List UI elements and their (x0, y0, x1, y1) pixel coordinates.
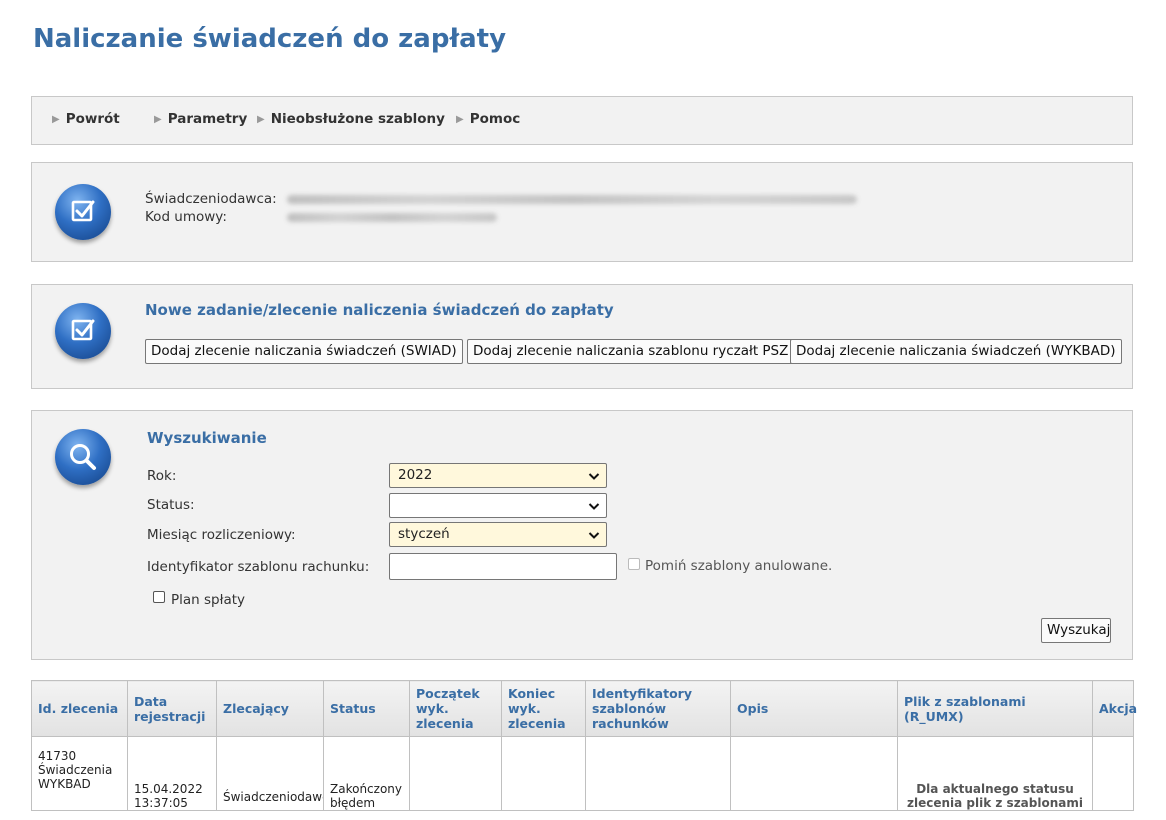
col-header-action: Akcja (1092, 680, 1137, 737)
col-header-file[interactable]: Plik z szablonami (R_UMX) (897, 680, 1093, 737)
triangle-right-icon: ▶ (456, 114, 464, 125)
checklist-icon (55, 303, 111, 359)
cell-file: Dla aktualnego statusu zlecenia plik z s… (897, 736, 1093, 811)
cell-id: 41730 Świadczenia WYKBAD (31, 736, 128, 811)
triangle-right-icon: ▶ (154, 114, 162, 125)
col-header-ordering[interactable]: Zlecający (216, 680, 324, 737)
skip-cancelled-checkbox[interactable] (628, 558, 640, 570)
checklist-icon (55, 184, 111, 240)
new-task-panel: Nowe zadanie/zlecenie naliczenia świadcz… (31, 284, 1133, 389)
nav-help-link[interactable]: ▶ Pomoc (456, 111, 520, 127)
month-label: Miesiąc rozliczeniowy: (147, 527, 296, 543)
col-header-end[interactable]: Koniec wyk. zlecenia (501, 680, 586, 737)
table-header-row: Id. zlecenia Data rejestracji Zlecający … (31, 680, 1137, 737)
cell-description (730, 736, 898, 811)
col-header-template-ids[interactable]: Identyfikatory szablonów rachunków (585, 680, 731, 737)
chevron-down-icon (588, 503, 600, 510)
month-select[interactable]: styczeń (389, 522, 607, 547)
col-header-id[interactable]: Id. zlecenia (31, 680, 128, 737)
new-task-title: Nowe zadanie/zlecenie naliczenia świadcz… (145, 301, 614, 319)
magnifier-icon (55, 429, 111, 485)
cell-start (409, 736, 502, 811)
cell-status: Zakończony błędem (323, 736, 410, 811)
triangle-right-icon: ▶ (257, 114, 265, 125)
skip-cancelled-label: Pomiń szablony anulowane. (645, 558, 833, 574)
template-id-input[interactable] (389, 553, 617, 580)
col-header-start[interactable]: Początek wyk. zlecenia (409, 680, 502, 737)
nav-back-link[interactable]: ▶ Powrót (52, 111, 120, 127)
chevron-down-icon (588, 473, 600, 480)
status-label: Status: (147, 497, 195, 513)
provider-value-redacted (287, 195, 857, 204)
col-header-date[interactable]: Data rejestracji (127, 680, 217, 737)
nav-params-link[interactable]: ▶ Parametry (154, 111, 247, 127)
provider-label: Świadczeniodawca: (145, 191, 277, 207)
add-psz-button[interactable]: Dodaj zlecenie naliczania szablonu rycza… (467, 339, 795, 364)
cell-ordering: Świadczeniodawca (216, 736, 324, 811)
page-title: Naliczanie świadczeń do zapłaty (33, 24, 507, 54)
add-swiad-button[interactable]: Dodaj zlecenie naliczania świadczeń (SWI… (145, 339, 463, 364)
cell-action (1092, 736, 1134, 811)
triangle-right-icon: ▶ (52, 114, 60, 125)
cell-end (501, 736, 586, 811)
plan-checkbox[interactable] (153, 591, 165, 603)
year-label: Rok: (147, 468, 177, 484)
add-wykbad-button[interactable]: Dodaj zlecenie naliczania świadczeń (WYK… (790, 339, 1122, 364)
chevron-down-icon (588, 532, 600, 539)
search-panel: Wyszukiwanie Rok: 2022 Status: Miesiąc r… (31, 410, 1133, 660)
col-header-description[interactable]: Opis (730, 680, 898, 737)
contract-label: Kod umowy: (145, 209, 227, 225)
provider-panel: Świadczeniodawca: Kod umowy: (31, 162, 1133, 262)
results-table: Id. zlecenia Data rejestracji Zlecający … (31, 680, 1137, 811)
search-title: Wyszukiwanie (147, 429, 267, 447)
nav-bar: ▶ Powrót ▶ Parametry ▶ Nieobsłużone szablon… (31, 96, 1133, 145)
search-button[interactable]: Wyszukaj (1041, 618, 1111, 643)
contract-value-redacted (287, 213, 497, 222)
status-select[interactable] (389, 493, 607, 518)
cell-template-ids (585, 736, 731, 811)
col-header-status[interactable]: Status (323, 680, 410, 737)
plan-label: Plan spłaty (171, 592, 246, 608)
table-row: 41730 Świadczenia WYKBAD 15.04.2022 13:3… (31, 736, 1134, 811)
nav-unhandled-link[interactable]: ▶ Nieobsłużone szablony (257, 111, 445, 127)
year-select[interactable]: 2022 (389, 463, 607, 488)
cell-date: 15.04.2022 13:37:05 (127, 736, 217, 811)
template-id-label: Identyfikator szablonu rachunku: (147, 559, 370, 575)
